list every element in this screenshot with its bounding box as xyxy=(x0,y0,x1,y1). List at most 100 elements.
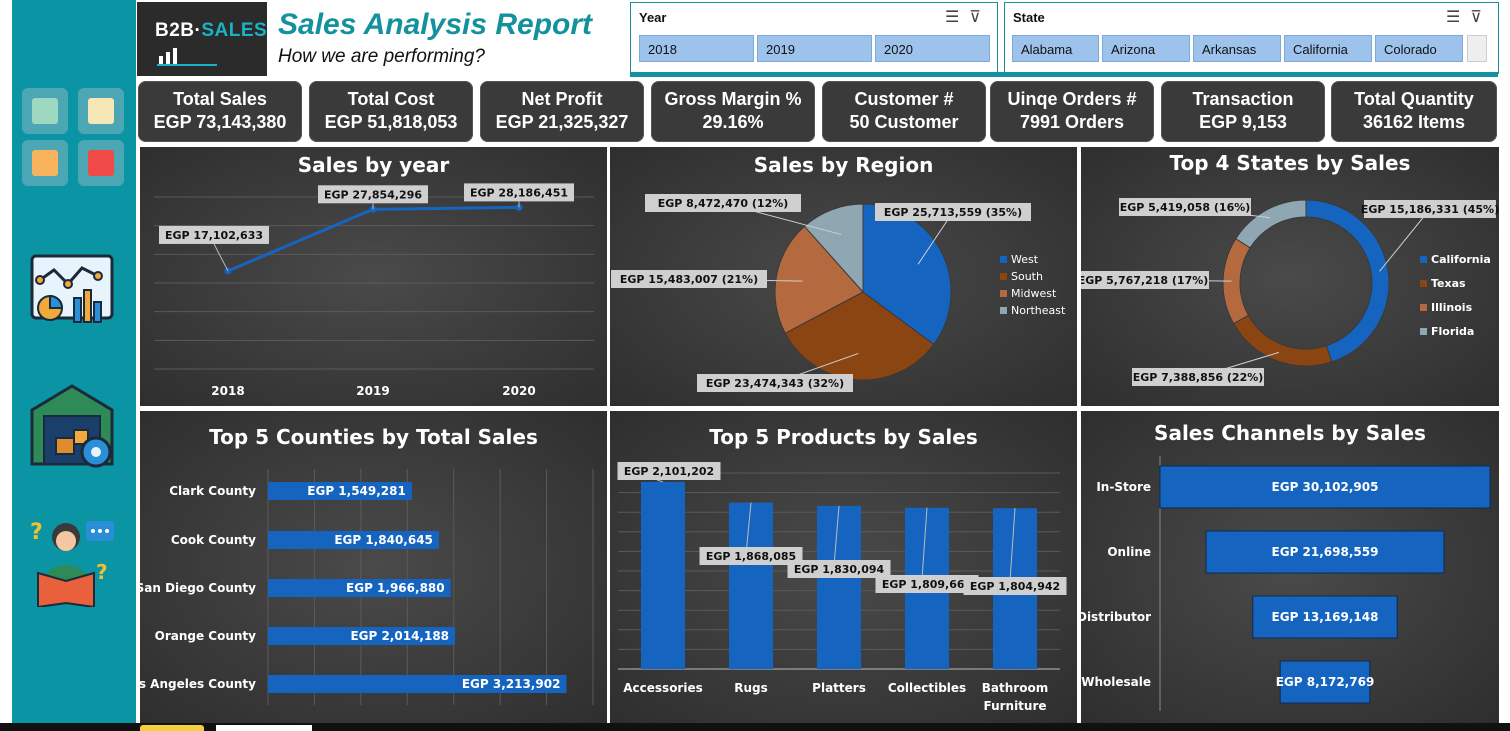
legend-swatch xyxy=(1000,256,1007,263)
slicer-chip-year[interactable]: 2018 xyxy=(639,35,754,62)
kpi-net-profit: Net Profit EGP 21,325,327 xyxy=(480,81,644,142)
clear-filter-icon[interactable]: ⊽ xyxy=(1470,7,1492,26)
kpi-value: EGP 73,143,380 xyxy=(153,112,287,132)
top-counties-plot: EGP 1,549,281 Clark County EGP 1,840,645 Co… xyxy=(140,469,594,705)
legend-swatch xyxy=(1420,280,1427,287)
page-title: Sales Analysis Report xyxy=(278,8,593,41)
data-label: EGP 13,169,148 xyxy=(1272,610,1379,624)
year-slicer[interactable]: Year ☰⊽ 2018 2019 2020 xyxy=(630,2,998,74)
chart-sales-by-region[interactable]: Sales by Region EGP 25,713,559 (35%) EGP … xyxy=(610,147,1077,406)
data-label: EGP 30,102,905 xyxy=(1272,480,1379,494)
svg-text:?: ? xyxy=(96,560,108,584)
header-divider xyxy=(630,72,1498,77)
chart-sales-by-year[interactable]: Sales by year EGP 17,102,633 2018 EGP 27,8… xyxy=(140,147,607,406)
bar xyxy=(729,502,773,669)
kpi-value: 29.16% xyxy=(702,112,764,132)
multi-select-icon[interactable]: ☰ xyxy=(945,7,969,26)
legend-label: Texas xyxy=(1431,277,1466,290)
state-slicer-label: State xyxy=(1013,10,1045,25)
legend-label: South xyxy=(1011,270,1043,283)
pie-slice xyxy=(1305,199,1390,363)
kpi-value: EGP 21,325,327 xyxy=(495,112,629,132)
x-tick-label: Furniture xyxy=(983,699,1046,713)
kpi-label: Customer # xyxy=(854,89,954,109)
legend-swatch xyxy=(1420,256,1427,263)
x-tick-label: Collectibles xyxy=(888,681,966,695)
kpi-label: Gross Margin % xyxy=(664,89,802,109)
kpi-value: 50 Customer xyxy=(849,112,959,132)
kpi-label: Net Profit xyxy=(521,89,603,109)
sidebar: ? ? xyxy=(12,0,136,723)
kpi-value: 7991 Orders xyxy=(1019,112,1125,132)
chart-top-counties[interactable]: Top 5 Counties by Total Sales EGP 1,549,… xyxy=(140,411,607,723)
analytics-dashboard-icon[interactable] xyxy=(26,250,118,342)
y-tick-label: Cook County xyxy=(171,533,256,547)
pie-slice xyxy=(1232,314,1333,367)
kpi-label: Transaction xyxy=(1192,89,1294,109)
data-label: EGP 25,713,559 (35%) xyxy=(884,206,1022,219)
kpi-label: Uinqe Orders # xyxy=(1007,89,1137,109)
x-tick-label: 2019 xyxy=(356,384,389,398)
legend-label: Northeast xyxy=(1011,304,1066,317)
slicer-chip-year[interactable]: 2020 xyxy=(875,35,990,62)
data-label: EGP 8,172,769 xyxy=(1276,675,1375,689)
slicer-chip-state[interactable]: Colorado xyxy=(1375,35,1463,62)
slicer-chip-state[interactable]: Arizona xyxy=(1102,35,1190,62)
chart-sales-channels[interactable]: Sales Channels by Sales EGP 30,102,905 In… xyxy=(1081,411,1499,723)
reading-questions-icon[interactable]: ? ? xyxy=(26,515,118,607)
data-label: EGP 8,472,470 (12%) xyxy=(658,197,789,210)
x-tick-label: 2020 xyxy=(502,384,535,398)
y-tick-label: In-Store xyxy=(1096,480,1151,494)
multi-select-icon[interactable]: ☰ xyxy=(1446,7,1470,26)
legend-swatch xyxy=(1420,328,1427,335)
y-tick-label: Clark County xyxy=(169,484,256,498)
logo: B2B·SALES xyxy=(137,2,267,76)
palette-swatch xyxy=(32,150,58,176)
data-label: EGP 21,698,559 xyxy=(1272,545,1379,559)
sheet-tab[interactable] xyxy=(140,725,204,731)
color-palette-icon[interactable] xyxy=(22,88,126,192)
svg-text:?: ? xyxy=(30,520,43,545)
leader-line xyxy=(656,479,664,483)
slicer-scrollbar[interactable] xyxy=(1467,35,1487,62)
kpi-customers: Customer # 50 Customer xyxy=(822,81,986,142)
sheet-tab[interactable] xyxy=(216,725,312,731)
kpi-total-quantity: Total Quantity 36162 Items xyxy=(1331,81,1497,142)
y-tick-label: Wholesale xyxy=(1081,675,1151,689)
kpi-orders: Uinqe Orders # 7991 Orders xyxy=(990,81,1154,142)
state-slicer[interactable]: State ☰⊽ Alabama Arizona Arkansas Califo… xyxy=(1004,2,1499,74)
slicer-controls[interactable]: ☰⊽ xyxy=(945,7,991,26)
leader-line xyxy=(213,243,229,272)
data-label: EGP 3,213,902 xyxy=(462,677,561,691)
legend-swatch xyxy=(1000,307,1007,314)
slicer-chip-state[interactable]: Arkansas xyxy=(1193,35,1281,62)
slicer-chip-year[interactable]: 2019 xyxy=(757,35,872,62)
data-label: EGP 23,474,343 (32%) xyxy=(706,377,844,390)
legend-swatch xyxy=(1420,304,1427,311)
page-subtitle: How we are performing? xyxy=(278,46,485,67)
palette-swatch xyxy=(88,150,114,176)
legend-label: Midwest xyxy=(1011,287,1057,300)
slicer-chip-state[interactable]: California xyxy=(1284,35,1372,62)
data-label: EGP 1,830,094 xyxy=(794,563,885,576)
kpi-value: EGP 51,818,053 xyxy=(324,112,458,132)
chart-top-states[interactable]: Top 4 States by Sales EGP 15,186,331 (45… xyxy=(1081,147,1499,406)
bar xyxy=(641,481,685,669)
top-states-plot: EGP 15,186,331 (45%) EGP 7,388,856 (22%) E… xyxy=(1081,198,1499,386)
slicer-chip-state[interactable]: Alabama xyxy=(1012,35,1099,62)
x-tick-label: Bathroom xyxy=(982,681,1048,695)
chart-top-products[interactable]: Top 5 Products by Sales EGP 2,101,202 Acc… xyxy=(610,411,1077,723)
data-label: EGP 15,186,331 (45%) xyxy=(1361,203,1499,216)
kpi-transaction: Transaction EGP 9,153 xyxy=(1161,81,1325,142)
legend-label: Illinois xyxy=(1431,301,1473,314)
slicer-controls[interactable]: ☰⊽ xyxy=(1446,7,1492,26)
data-label: EGP 1,868,085 xyxy=(706,550,796,563)
data-label: EGP 5,767,218 (17%) xyxy=(1081,274,1208,287)
data-label: EGP 1,804,942 xyxy=(970,580,1060,593)
clear-filter-icon[interactable]: ⊽ xyxy=(969,7,991,26)
data-label: EGP 1,549,281 xyxy=(307,484,406,498)
legend-label: West xyxy=(1011,253,1039,266)
warehouse-settings-icon[interactable] xyxy=(26,380,118,472)
bar xyxy=(817,505,861,669)
data-label: EGP 27,854,296 xyxy=(324,188,422,201)
